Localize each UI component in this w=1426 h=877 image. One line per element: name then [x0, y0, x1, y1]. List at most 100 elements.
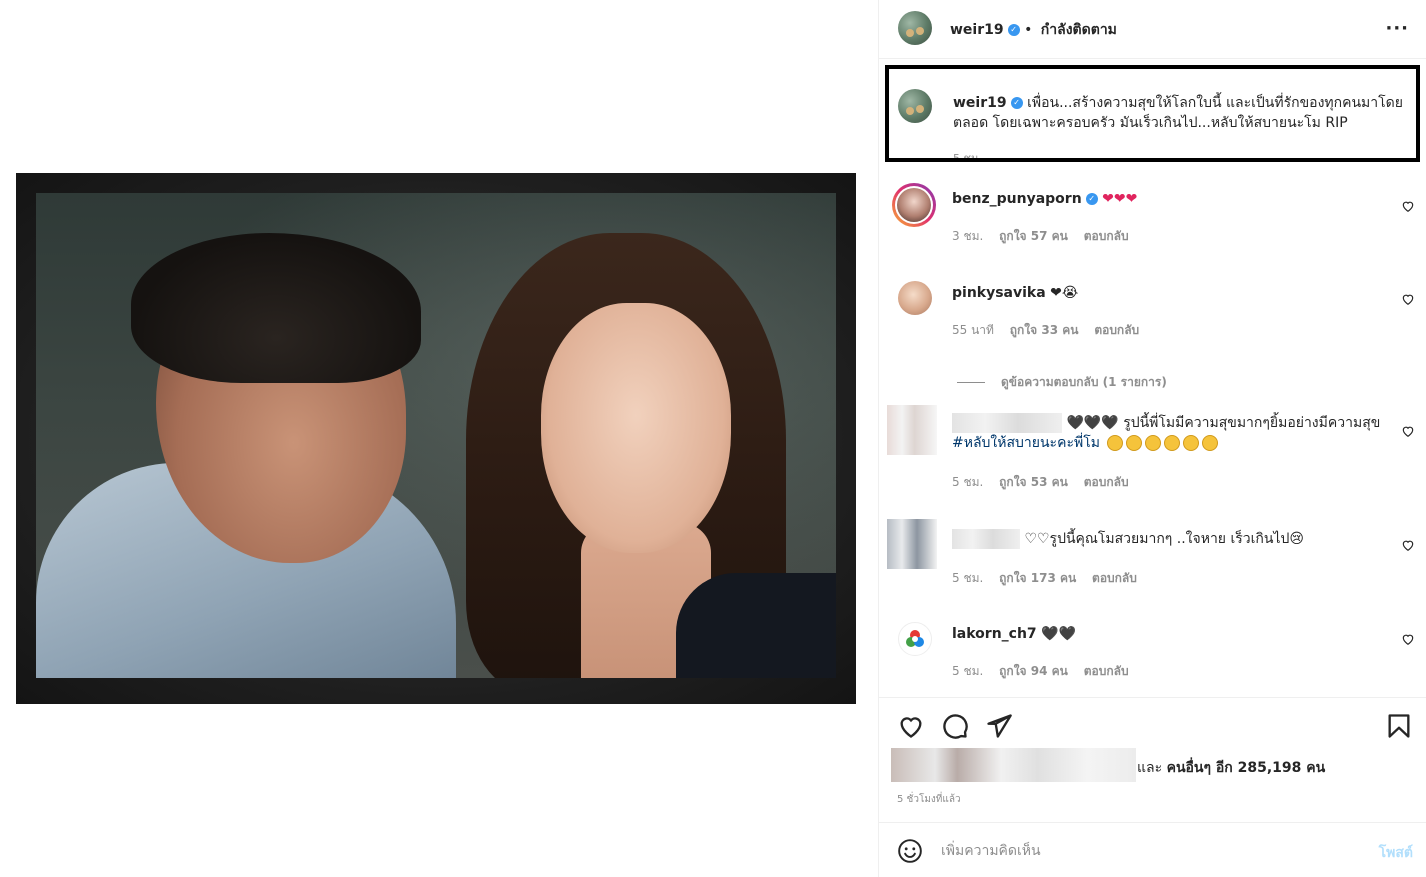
- blurred-likers[interactable]: [891, 748, 1136, 782]
- comment-meta: 55 นาที ถูกใจ 33 คน ตอบกลับ: [952, 321, 1151, 340]
- post-media-pane: [0, 0, 878, 877]
- comment-time[interactable]: 5 ชม.: [952, 475, 983, 489]
- comment-time[interactable]: 3 ชม.: [952, 229, 983, 243]
- caption-text: weir19 ✓ เพื่อน...สร้างความสุขให้โลกใบนี้…: [953, 93, 1413, 133]
- avatar[interactable]: [898, 281, 932, 315]
- avatar-detail: [916, 105, 924, 113]
- actions-divider: [879, 697, 1426, 698]
- heart-emoji: ❤❤❤: [1102, 191, 1138, 207]
- comment-likes[interactable]: ถูกใจ 173 คน: [999, 571, 1076, 585]
- post-comment-button[interactable]: โพสต์: [1379, 842, 1413, 864]
- avatar[interactable]: [898, 89, 932, 123]
- comment-input[interactable]: [941, 838, 1341, 864]
- heart-icon[interactable]: [1401, 538, 1415, 552]
- photo-woman-top: [676, 573, 836, 678]
- comment-likes[interactable]: ถูกใจ 57 คน: [999, 229, 1068, 243]
- sad-face-emoji: [1164, 435, 1181, 451]
- like-heart-icon[interactable]: [897, 712, 925, 740]
- blurred-username[interactable]: [952, 529, 1020, 549]
- comment-meta: 3 ชม. ถูกใจ 57 คน ตอบกลับ: [952, 227, 1141, 246]
- heart-icon[interactable]: [1401, 292, 1415, 306]
- view-replies-label: ดูข้อความตอบกลับ (1 รายการ): [1001, 375, 1167, 389]
- comment-item: pinkysavika ❤😭 55 นาที ถูกใจ 33 คน ตอบกล…: [879, 281, 1426, 351]
- comment-time[interactable]: 5 ชม.: [952, 664, 983, 678]
- reply-button[interactable]: ตอบกลับ: [1094, 323, 1139, 337]
- comment-meta: 5 ชม. ถูกใจ 173 คน ตอบกลับ: [952, 569, 1149, 588]
- more-options-icon[interactable]: ···: [1385, 18, 1409, 39]
- likes-text[interactable]: และ คนอื่นๆ อีก 285,198 คน: [1137, 757, 1325, 779]
- avatar[interactable]: [887, 519, 937, 569]
- send-icon[interactable]: [985, 712, 1013, 740]
- posted-time[interactable]: 5 ชั่วโมงที่แล้ว: [897, 792, 961, 807]
- add-comment-bar: โพสต์: [879, 822, 1426, 877]
- comment-item: 🖤🖤🖤 รูปนี้พี่โมมีความสุขมากๆยิ้มอย่างมีค…: [879, 405, 1426, 495]
- post-side-panel: weir19 ✓ • กำลังติดตาม ··· weir19 ✓ เพื่อน…: [878, 0, 1426, 877]
- replies-line: [957, 382, 985, 383]
- sad-face-emoji: [1107, 435, 1124, 451]
- comment-body: ♡♡รูปนี้คุณโมสวยมากๆ ..ใจหาย เร็วเกินไป😢: [952, 529, 1382, 549]
- comment-username[interactable]: benz_punyaporn: [952, 191, 1082, 207]
- heart-icon[interactable]: [1401, 199, 1415, 213]
- verified-badge-icon: ✓: [1085, 193, 1098, 205]
- caption-username[interactable]: weir19: [953, 95, 1007, 111]
- header-user: weir19 ✓ • กำลังติดตาม: [950, 19, 1117, 41]
- likes-prefix: และ: [1137, 760, 1163, 776]
- sad-face-emoji: [1183, 435, 1200, 451]
- avatar: [897, 188, 931, 222]
- comment-time[interactable]: 55 นาที: [952, 323, 994, 337]
- comment-meta: 5 ชม. ถูกใจ 53 คน ตอบกลับ: [952, 473, 1141, 492]
- post-photo[interactable]: [36, 193, 836, 678]
- bookmark-icon[interactable]: [1385, 712, 1413, 740]
- reply-button[interactable]: ตอบกลับ: [1084, 229, 1129, 243]
- post-username[interactable]: weir19: [950, 22, 1004, 38]
- sad-face-emoji: [1202, 435, 1219, 451]
- heart-icon[interactable]: [1401, 632, 1415, 646]
- comment-hashtag[interactable]: #หลับให้สบายนะคะพี่โม: [952, 435, 1100, 451]
- reply-button[interactable]: ตอบกลับ: [1084, 475, 1129, 489]
- verified-badge-icon: ✓: [1007, 24, 1020, 36]
- comment-likes[interactable]: ถูกใจ 94 คน: [999, 664, 1068, 678]
- post-header: weir19 ✓ • กำลังติดตาม ···: [879, 0, 1426, 58]
- comment-icon[interactable]: [941, 712, 969, 740]
- caption-time[interactable]: 5 ชม.: [953, 149, 982, 158]
- blurred-username[interactable]: [952, 413, 1062, 433]
- comment-username[interactable]: lakorn_ch7: [952, 626, 1037, 642]
- comment-text: ♡♡รูปนี้คุณโมสวยมากๆ ..ใจหาย เร็วเกินไป😢: [1024, 531, 1304, 547]
- reply-button[interactable]: ตอบกลับ: [1084, 664, 1129, 678]
- caption-highlight-box: weir19 ✓ เพื่อน...สร้างความสุขให้โลกใบนี้…: [885, 65, 1420, 162]
- verified-badge-icon: ✓: [1010, 97, 1023, 109]
- black-heart-emoji: 🖤🖤🖤: [1066, 415, 1119, 431]
- header-divider: [879, 58, 1426, 59]
- comment-text: รูปนี้พี่โมมีความสุขมากๆยิ้มอย่างมีความส…: [1123, 415, 1381, 431]
- comment-body: 🖤🖤🖤 รูปนี้พี่โมมีความสุขมากๆยิ้มอย่างมีค…: [952, 413, 1382, 453]
- comment-body: lakorn_ch7 🖤🖤: [952, 624, 1382, 644]
- story-ring[interactable]: [892, 183, 936, 227]
- smile-icon[interactable]: [897, 838, 923, 864]
- view-replies-button[interactable]: ดูข้อความตอบกลับ (1 รายการ): [957, 373, 1167, 392]
- comment-item: ♡♡รูปนี้คุณโมสวยมากๆ ..ใจหาย เร็วเกินไป😢…: [879, 519, 1426, 589]
- post-photo-frame: [16, 173, 856, 704]
- heart-icon[interactable]: [1401, 424, 1415, 438]
- likes-summary: และ คนอื่นๆ อีก 285,198 คน: [891, 748, 1421, 782]
- avatar[interactable]: [898, 622, 932, 656]
- sad-face-emoji: [1126, 435, 1143, 451]
- comment-likes[interactable]: ถูกใจ 53 คน: [999, 475, 1068, 489]
- comment-time[interactable]: 5 ชม.: [952, 571, 983, 585]
- comment-username[interactable]: pinkysavika: [952, 285, 1046, 301]
- comment-item: benz_punyaporn ✓ ❤❤❤ 3 ชม. ถูกใจ 57 คน ตอ…: [879, 183, 1426, 253]
- avatar[interactable]: [898, 11, 932, 45]
- avatar[interactable]: [887, 405, 937, 455]
- post-actions-bar: [879, 706, 1426, 746]
- story-ring-inner: [895, 186, 933, 224]
- avatar-detail: [916, 27, 924, 35]
- comment-likes[interactable]: ถูกใจ 33 คน: [1010, 323, 1079, 337]
- ch7-logo-icon: [906, 630, 924, 647]
- comment-body: benz_punyaporn ✓ ❤❤❤: [952, 189, 1382, 209]
- comment-item: lakorn_ch7 🖤🖤 5 ชม. ถูกใจ 94 คน ตอบกลับ: [879, 622, 1426, 692]
- likes-others: คนอื่นๆ อีก 285,198 คน: [1166, 760, 1326, 776]
- avatar-detail: [906, 107, 914, 115]
- following-status-button[interactable]: กำลังติดตาม: [1041, 22, 1117, 38]
- black-heart-emoji: 🖤🖤: [1041, 626, 1077, 642]
- photo-woman-face: [541, 303, 731, 553]
- reply-button[interactable]: ตอบกลับ: [1092, 571, 1137, 585]
